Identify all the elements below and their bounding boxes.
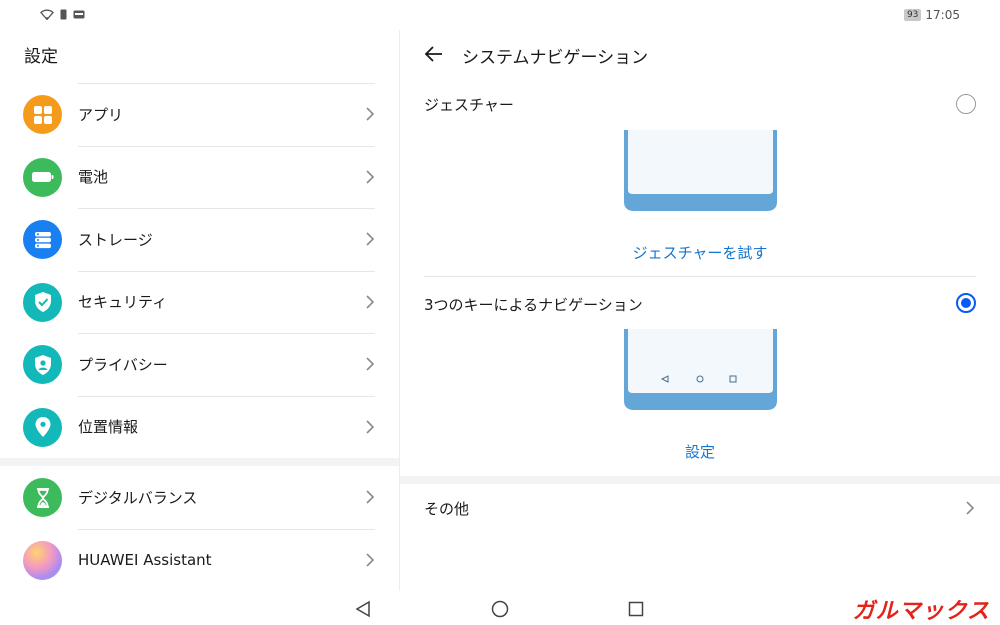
settings-item-label: 位置情報 xyxy=(78,418,139,437)
gesture-preview-illustration xyxy=(624,130,777,211)
divider xyxy=(78,145,375,147)
settings-item-label: セキュリティ xyxy=(78,293,168,312)
chevron-right-icon xyxy=(366,294,375,309)
recents-square-icon[interactable] xyxy=(626,599,646,619)
battery-level: 93 xyxy=(903,9,922,21)
sim-icon xyxy=(60,9,67,20)
apps-icon xyxy=(23,95,62,134)
gesture-option-label[interactable]: ジェスチャー xyxy=(424,94,514,115)
divider xyxy=(78,208,375,209)
divider xyxy=(78,270,375,272)
settings-item-digital-balance[interactable]: デジタルバランス xyxy=(0,466,399,529)
watermark-logo: ガルマックス xyxy=(852,599,990,624)
chevron-right-icon xyxy=(366,357,375,371)
chevron-right-icon xyxy=(366,232,375,246)
settings-item-label: プライバシー xyxy=(78,355,168,374)
status-bar: 93 17:05 xyxy=(0,0,1000,30)
divider xyxy=(78,333,375,334)
system-navigation-bar: ガルマックス xyxy=(0,591,1000,625)
chevron-right-icon xyxy=(366,490,375,504)
navigation-settings-link[interactable]: 設定 xyxy=(400,441,1000,462)
try-gesture-link[interactable]: ジェスチャーを試す xyxy=(400,242,1000,263)
settings-item-label: デジタルバランス xyxy=(78,488,198,507)
settings-list-pane: 設定 アプリ 電池 ストレージ セキュリティ プライバシー 位置情報 デジタルバ… xyxy=(0,30,399,591)
three-key-radio[interactable] xyxy=(956,293,976,313)
three-key-option-label[interactable]: 3つのキーによるナビゲーション xyxy=(424,294,643,315)
chevron-right-icon xyxy=(966,501,975,515)
settings-item-huawei-assistant[interactable]: HUAWEI Assistant xyxy=(0,528,399,592)
settings-item-label: 電池 xyxy=(78,168,109,187)
chevron-right-icon xyxy=(366,552,375,567)
other-settings-item[interactable]: その他 xyxy=(400,480,1000,536)
chevron-right-icon xyxy=(366,107,375,121)
location-icon xyxy=(23,407,62,447)
section-gap xyxy=(0,458,399,466)
three-key-preview-illustration xyxy=(624,329,777,410)
settings-menu: アプリ 電池 ストレージ セキュリティ プライバシー 位置情報 デジタルバランス… xyxy=(0,83,399,591)
back-arrow-icon[interactable] xyxy=(424,44,444,64)
page-title: 設定 xyxy=(24,47,58,67)
wifi-icon xyxy=(40,9,54,20)
divider xyxy=(78,83,375,84)
settings-item-apps[interactable]: アプリ xyxy=(0,83,399,146)
assistant-icon xyxy=(23,540,62,580)
system-navigation-pane: システムナビゲーション ジェスチャー ジェスチャーを試す 3つのキーによるナビゲ… xyxy=(400,30,1000,591)
hourglass-icon xyxy=(23,478,62,517)
settings-item-location[interactable]: 位置情報 xyxy=(0,395,399,459)
home-circle-icon[interactable] xyxy=(490,599,510,619)
gesture-radio[interactable] xyxy=(956,94,976,114)
chevron-right-icon xyxy=(366,419,375,434)
other-label: その他 xyxy=(424,500,470,518)
settings-item-storage[interactable]: ストレージ xyxy=(0,208,399,271)
privacy-icon xyxy=(23,345,62,384)
storage-icon xyxy=(23,220,62,259)
shield-icon xyxy=(23,282,62,322)
settings-item-label: アプリ xyxy=(78,105,124,124)
divider xyxy=(78,528,375,530)
settings-item-label: HUAWEI Assistant xyxy=(78,550,212,569)
settings-item-security[interactable]: セキュリティ xyxy=(0,270,399,334)
divider xyxy=(424,276,976,277)
chevron-right-icon xyxy=(366,169,375,184)
status-icons xyxy=(40,9,85,20)
battery-icon xyxy=(23,157,62,197)
back-triangle-icon[interactable] xyxy=(353,599,373,619)
divider xyxy=(78,395,375,397)
clock: 17:05 xyxy=(925,8,960,22)
status-right: 93 17:05 xyxy=(903,8,960,22)
settings-item-privacy[interactable]: プライバシー xyxy=(0,333,399,396)
card-icon xyxy=(73,10,85,19)
settings-item-label: ストレージ xyxy=(78,230,153,249)
page-title: システムナビゲーション xyxy=(462,48,649,68)
settings-item-battery[interactable]: 電池 xyxy=(0,145,399,209)
